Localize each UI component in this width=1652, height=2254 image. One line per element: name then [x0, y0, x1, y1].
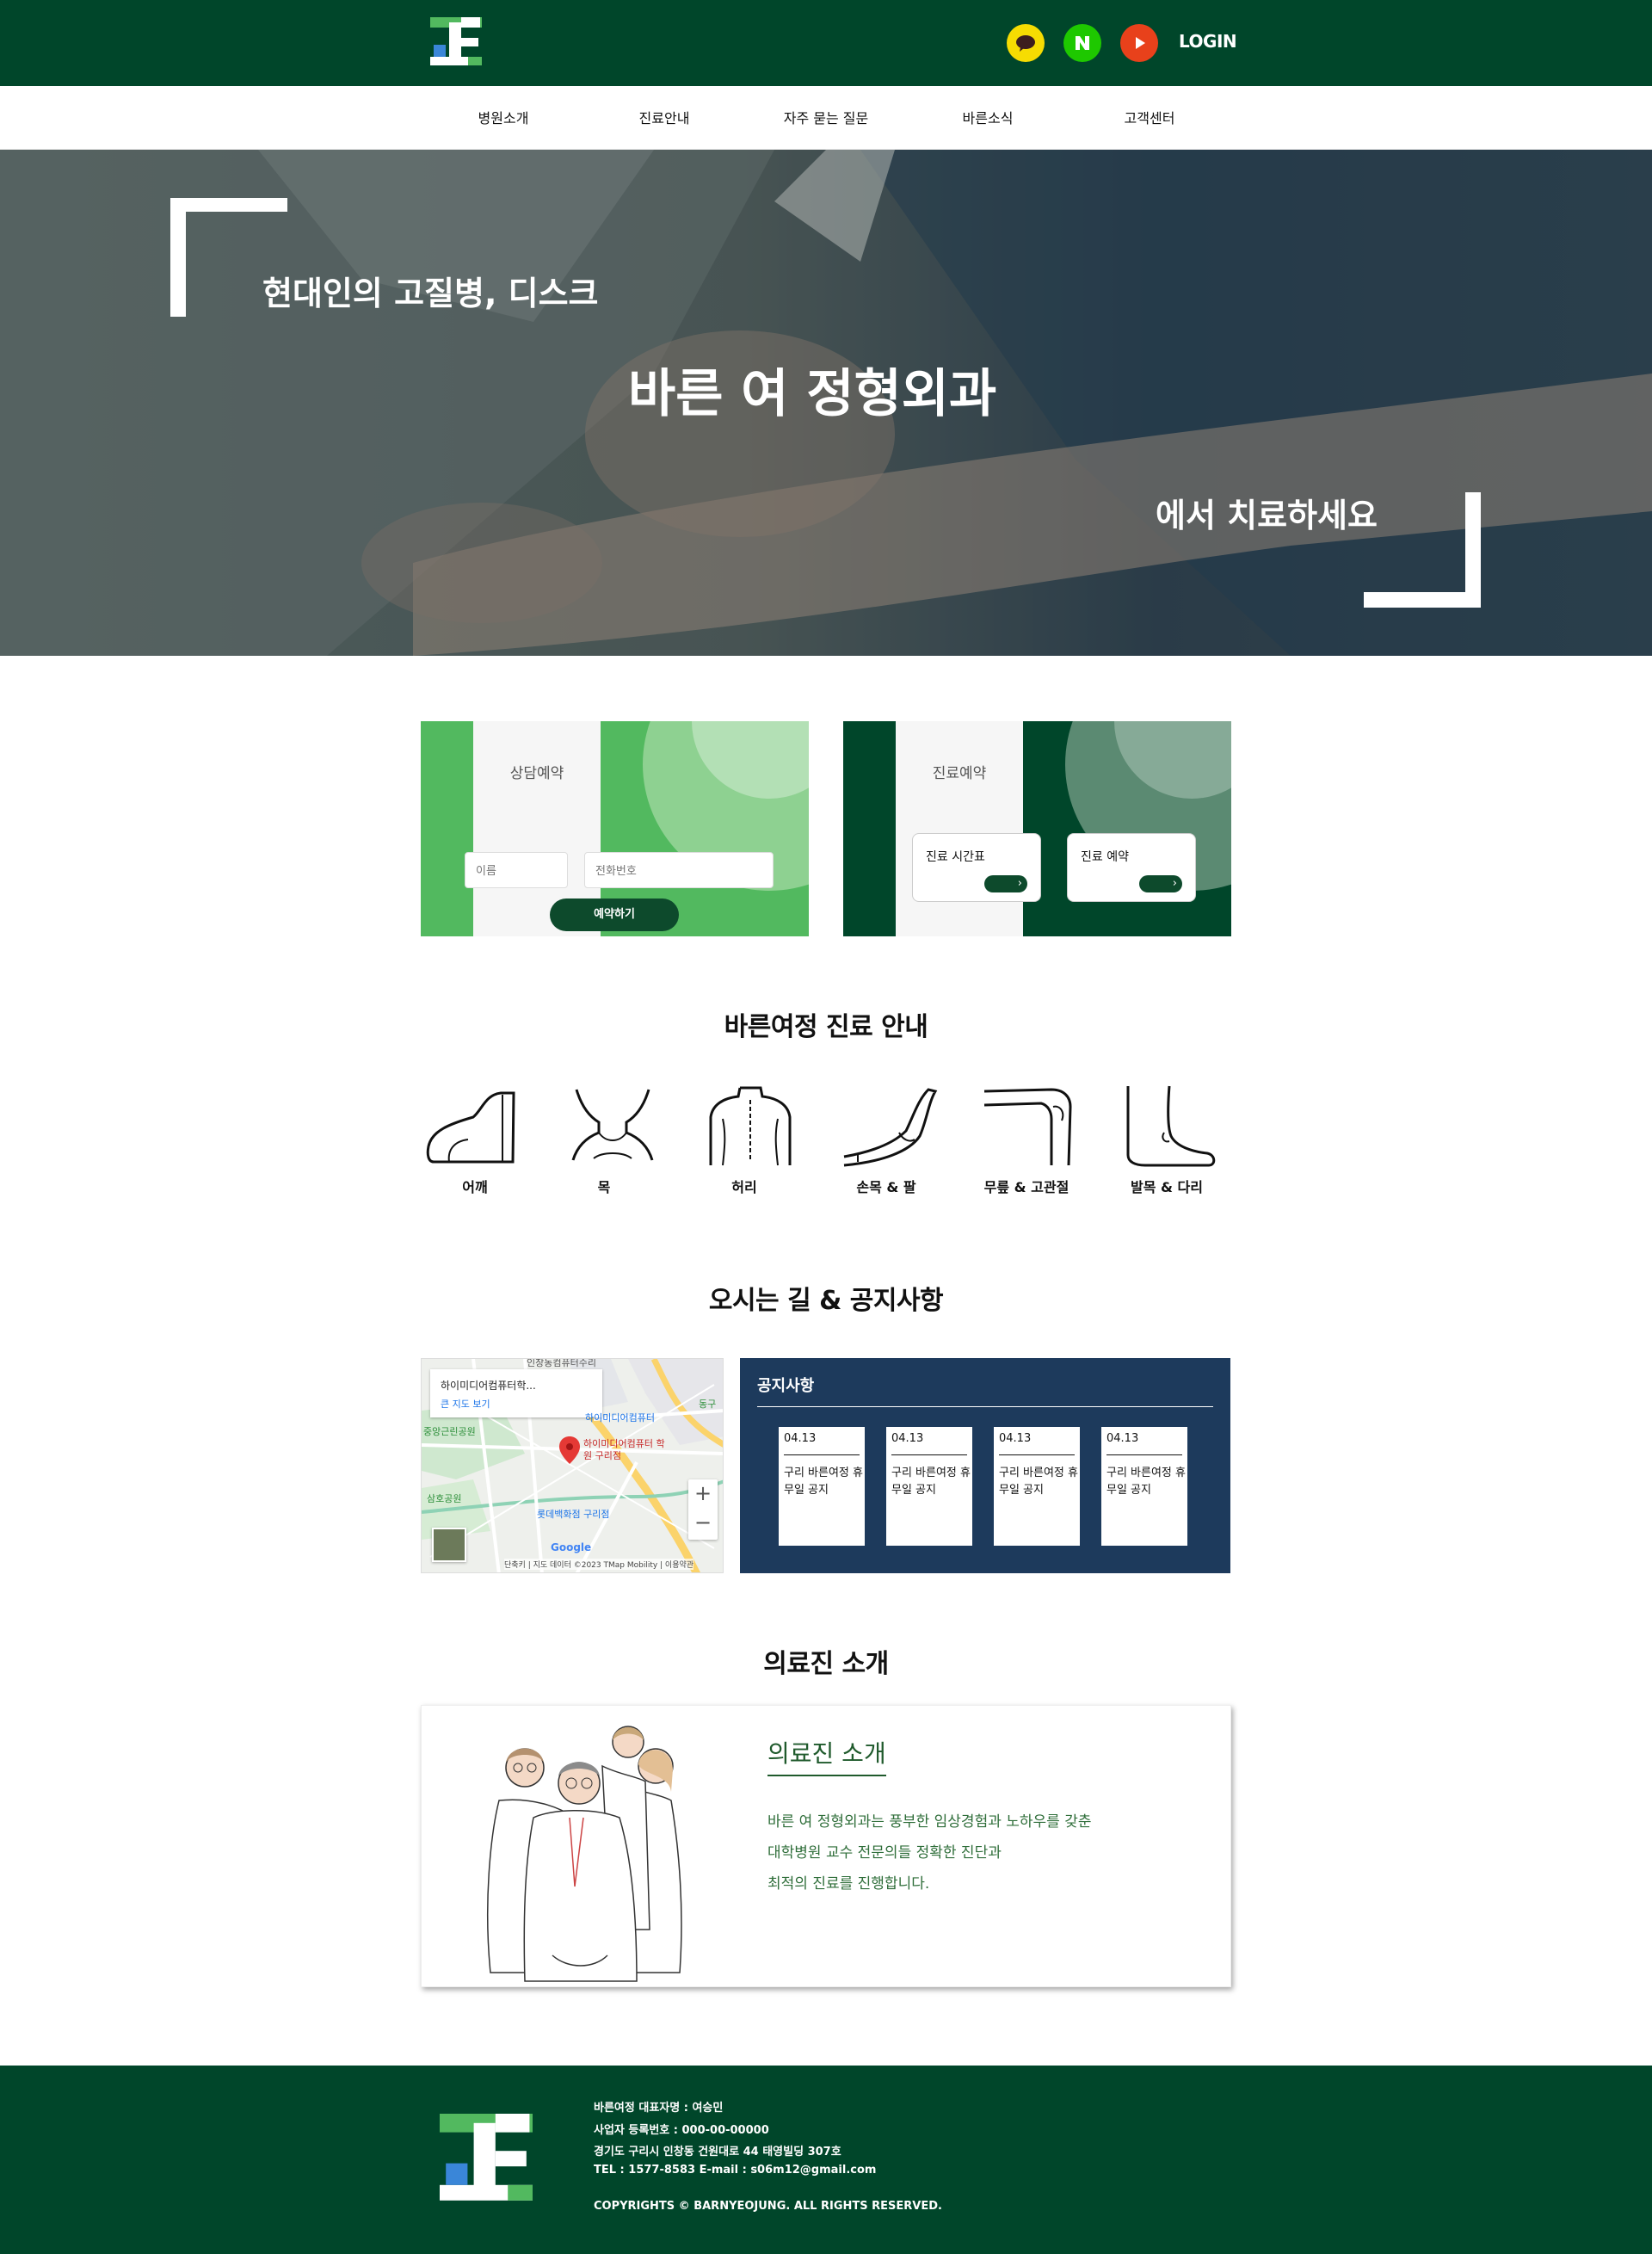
notice-item[interactable]: 04.13 구리 바른여정 휴무일 공지: [886, 1427, 972, 1546]
booking-label: 진료 예약: [1081, 850, 1129, 864]
treatment-label-knee: 무릎 & 고관절: [983, 1179, 1069, 1195]
map-label-school: 하이미디어컴퓨터: [585, 1412, 655, 1423]
notice-item[interactable]: 04.13 구리 바른여정 휴무일 공지: [994, 1427, 1080, 1546]
hero-banner: 현대인의 고질병, 디스크 바른 여 정형외과 에서 치료하세요: [0, 150, 1652, 656]
notice-divider: [757, 1406, 1213, 1407]
schedule-arrow-icon: ›: [984, 875, 1027, 892]
hero-title: 바른 여 정형외과: [628, 364, 997, 424]
booking-arrow-icon: ›: [1139, 875, 1182, 892]
nav-item-support[interactable]: 고객센터: [1063, 107, 1236, 127]
notice-title: 공지사항: [757, 1377, 815, 1395]
location-map[interactable]: 하이미디어컴퓨터학... 큰 지도 보기 인창동컴퓨터수리 중앙근린공원 하이미…: [421, 1358, 724, 1573]
kakao-icon[interactable]: [1007, 24, 1045, 62]
main-nav: 병원소개 진료안내 자주 묻는 질문 바른소식 고객센터: [0, 86, 1652, 150]
footer-contact: TEL : 1577-8583 E-mail : s06m12@gmail.co…: [594, 2164, 877, 2177]
footer-representative: 바른여정 대표자명 : 여승민: [594, 2102, 724, 2115]
map-info-card: 하이미디어컴퓨터학... 큰 지도 보기: [430, 1369, 602, 1417]
footer-logo: [440, 2114, 533, 2201]
wrist-arm-icon[interactable]: [839, 1083, 942, 1169]
footer-copyright: COPYRIGHTS © BARNYEOJUNG. ALL RIGHTS RES…: [594, 2200, 942, 2213]
treatment-label-shoulder: 어깨: [462, 1179, 488, 1195]
map-label-park1: 중앙근린공원: [423, 1426, 476, 1437]
site-footer: 바른여정 대표자명 : 여승민 사업자 등록번호 : 000-00-00000 …: [0, 2066, 1652, 2254]
map-label-park2: 삼호공원: [427, 1493, 462, 1504]
map-label-store: 롯데백화점 구리점: [537, 1509, 610, 1520]
notice-text: 구리 바른여정 휴무일 공지: [999, 1467, 1078, 1497]
satellite-toggle[interactable]: [432, 1528, 466, 1562]
consult-card: 상담예약 예약하기: [421, 721, 809, 936]
doctors-illustration: [486, 1726, 682, 1982]
nav-item-faq[interactable]: 자주 묻는 질문: [740, 107, 912, 127]
top-header: LOGIN: [0, 0, 1652, 86]
submit-reservation-button[interactable]: 예약하기: [550, 899, 679, 931]
name-input[interactable]: [465, 852, 568, 888]
youtube-icon[interactable]: [1120, 24, 1158, 62]
location-section-title: 오시는 길 & 공지사항: [708, 1286, 944, 1316]
bigger-map-link[interactable]: 큰 지도 보기: [441, 1397, 490, 1411]
notice-item[interactable]: 04.13 구리 바른여정 휴무일 공지: [779, 1427, 865, 1546]
login-link[interactable]: LOGIN: [1179, 31, 1237, 52]
google-logo: Google: [551, 1541, 592, 1553]
doctors-section-title: 의료진 소개: [763, 1649, 889, 1679]
back-icon[interactable]: [699, 1083, 802, 1169]
hero-subtitle: 현대인의 고질병, 디스크: [262, 275, 599, 312]
map-label-top: 인창동컴퓨터수리: [527, 1358, 596, 1368]
phone-input[interactable]: [584, 852, 774, 888]
ankle-leg-icon[interactable]: [1119, 1083, 1223, 1169]
knee-hip-icon[interactable]: [979, 1083, 1082, 1169]
shoulder-icon[interactable]: [423, 1083, 527, 1169]
doctors-intro-box: 의료진 소개 바른 여 정형외과는 풍부한 임상경험과 노하우를 갖춘 대학병원…: [421, 1705, 1231, 1987]
map-label-edge: 동구: [699, 1399, 717, 1410]
treatment-label-ankle: 발목 & 다리: [1131, 1179, 1203, 1195]
map-label-pin: 하이미디어컴퓨터 학원 구리점: [583, 1438, 665, 1461]
nav-item-news[interactable]: 바른소식: [902, 107, 1074, 127]
notice-text: 구리 바른여정 휴무일 공지: [891, 1467, 971, 1497]
notice-date: 04.13: [1106, 1432, 1139, 1445]
doctors-box-title: 의료진 소개: [767, 1735, 886, 1776]
consult-title: 상담예약: [509, 765, 564, 782]
notice-item[interactable]: 04.13 구리 바른여정 휴무일 공지: [1101, 1427, 1187, 1546]
map-place-name: 하이미디어컴퓨터학...: [441, 1380, 536, 1392]
doctors-description-line-1: 바른 여 정형외과는 풍부한 임상경험과 노하우를 갖춘: [767, 1813, 1092, 1831]
treatment-label-neck: 목: [597, 1179, 611, 1195]
treatment-label-wrist: 손목 & 팔: [856, 1179, 916, 1195]
map-pin-icon[interactable]: [559, 1436, 580, 1464]
treatment-label-back: 허리: [731, 1179, 757, 1195]
map-zoom-control: + −: [688, 1479, 718, 1540]
notice-date: 04.13: [784, 1432, 817, 1445]
footer-business-number: 사업자 등록번호 : 000-00-00000: [594, 2124, 769, 2137]
notice-text: 구리 바른여정 휴무일 공지: [1106, 1467, 1186, 1497]
doctors-description-line-3: 최적의 진료를 진행합니다.: [767, 1875, 930, 1893]
notice-text: 구리 바른여정 휴무일 공지: [784, 1467, 863, 1497]
map-attribution: 단축키 | 지도 데이터 ©2023 TMap Mobility | 이용약관: [504, 1559, 694, 1570]
treatment-section-title: 바른여정 진료 안내: [724, 1012, 928, 1042]
neck-icon[interactable]: [561, 1083, 664, 1169]
brand-logo[interactable]: [430, 17, 482, 69]
schedule-label: 진료 시간표: [926, 850, 985, 864]
naver-icon[interactable]: [1063, 24, 1101, 62]
nav-item-about[interactable]: 병원소개: [417, 107, 589, 127]
notice-date: 04.13: [891, 1432, 924, 1445]
booking-button[interactable]: 진료 예약 ›: [1067, 833, 1196, 902]
zoom-in-button[interactable]: +: [688, 1481, 718, 1505]
zoom-out-button[interactable]: −: [688, 1510, 718, 1535]
nav-item-treatment[interactable]: 진료안내: [578, 107, 750, 127]
hero-bracket-bottom-right: [1364, 492, 1481, 608]
hero-tagline: 에서 치료하세요: [1156, 497, 1378, 534]
notice-date: 04.13: [999, 1432, 1032, 1445]
reserve-title: 진료예약: [932, 765, 987, 782]
reserve-card: 진료예약 진료 시간표 › 진료 예약 ›: [843, 721, 1231, 936]
schedule-button[interactable]: 진료 시간표 ›: [912, 833, 1041, 902]
footer-address: 경기도 구리시 인창동 건원대로 44 태영빌딩 307호: [594, 2146, 841, 2158]
doctors-description-line-2: 대학병원 교수 전문의들 정확한 진단과: [767, 1844, 1002, 1862]
